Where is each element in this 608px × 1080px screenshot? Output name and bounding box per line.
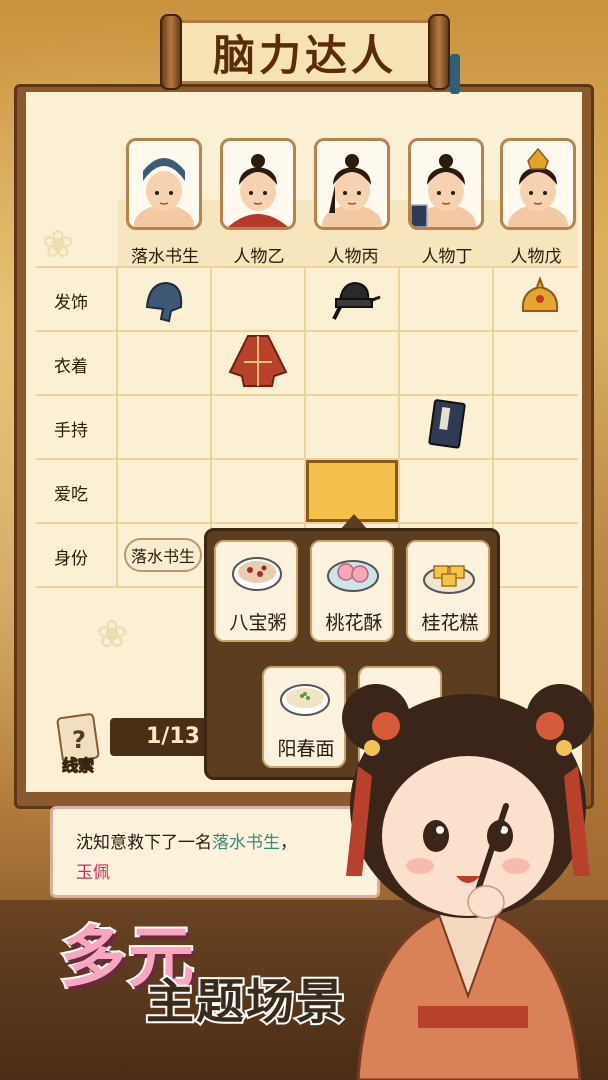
scroll-roll-left bbox=[160, 14, 182, 90]
tassel-decoration bbox=[450, 54, 460, 94]
story-text-part: 沈知意救下了一名 bbox=[76, 833, 212, 853]
progress-text: 1/13 bbox=[146, 724, 200, 749]
gold-crown-icon[interactable] bbox=[510, 270, 570, 326]
character-avatar[interactable] bbox=[314, 138, 390, 230]
svg-text:?: ? bbox=[72, 726, 86, 754]
selected-cell[interactable] bbox=[306, 460, 398, 522]
character-avatar[interactable] bbox=[220, 138, 296, 230]
row-label: 衣着 bbox=[54, 357, 88, 377]
official-hat-icon[interactable] bbox=[324, 270, 384, 326]
noodle-bowl-icon bbox=[280, 684, 330, 716]
row-label: 身份 bbox=[54, 549, 88, 569]
food-label: 八宝粥 bbox=[229, 612, 287, 634]
scholar-cap-icon[interactable] bbox=[134, 270, 194, 326]
congee-bowl-icon bbox=[232, 557, 282, 591]
character-avatar[interactable] bbox=[126, 138, 202, 230]
title-scroll: 脑力达人 bbox=[160, 14, 460, 94]
food-option[interactable]: 桂花糕 bbox=[406, 540, 490, 642]
clue-label[interactable]: 线索 bbox=[61, 752, 94, 776]
character-name: 人物丁 bbox=[421, 247, 473, 267]
paw-print-decoration: ❀ bbox=[42, 222, 74, 266]
story-text: 沈知意救下了一名落水书生， 玉佩 bbox=[76, 828, 346, 888]
character-avatar[interactable] bbox=[408, 138, 484, 230]
red-robe-icon[interactable] bbox=[228, 332, 288, 388]
character-avatar[interactable] bbox=[500, 138, 576, 230]
identity-chip[interactable]: 落水书生 bbox=[124, 538, 202, 572]
title-banner: 脑力达人 bbox=[176, 20, 434, 84]
osmanthus-cake-icon bbox=[423, 565, 475, 594]
game-title: 脑力达人 bbox=[212, 30, 397, 80]
character-name: 落水书生 bbox=[131, 247, 199, 267]
grid-line bbox=[116, 266, 118, 586]
scroll-roll-right bbox=[428, 14, 450, 90]
food-label: 桃花酥 bbox=[325, 612, 383, 634]
food-option[interactable]: 八宝粥 bbox=[214, 540, 298, 642]
girl-character-illustration bbox=[342, 684, 594, 1080]
food-label: 桂花糕 bbox=[421, 612, 479, 634]
peach-pastry-icon bbox=[327, 560, 379, 592]
story-highlight: 玉佩 bbox=[76, 863, 110, 883]
character-name: 人物戊 bbox=[510, 247, 562, 267]
paw-print-decoration: ❀ bbox=[96, 612, 128, 656]
character-name: 人物乙 bbox=[233, 247, 285, 267]
row-label: 爱吃 bbox=[54, 485, 88, 505]
story-highlight: 落水书生 bbox=[212, 833, 280, 853]
character-name: 人物丙 bbox=[327, 247, 379, 267]
food-option[interactable]: 桃花酥 bbox=[310, 540, 394, 642]
row-label: 发饰 bbox=[54, 293, 88, 313]
story-text-part: ， bbox=[280, 833, 297, 853]
book-icon[interactable] bbox=[418, 396, 478, 452]
row-label: 手持 bbox=[54, 421, 88, 441]
promo-subheadline: 主题场景 bbox=[144, 972, 347, 1032]
